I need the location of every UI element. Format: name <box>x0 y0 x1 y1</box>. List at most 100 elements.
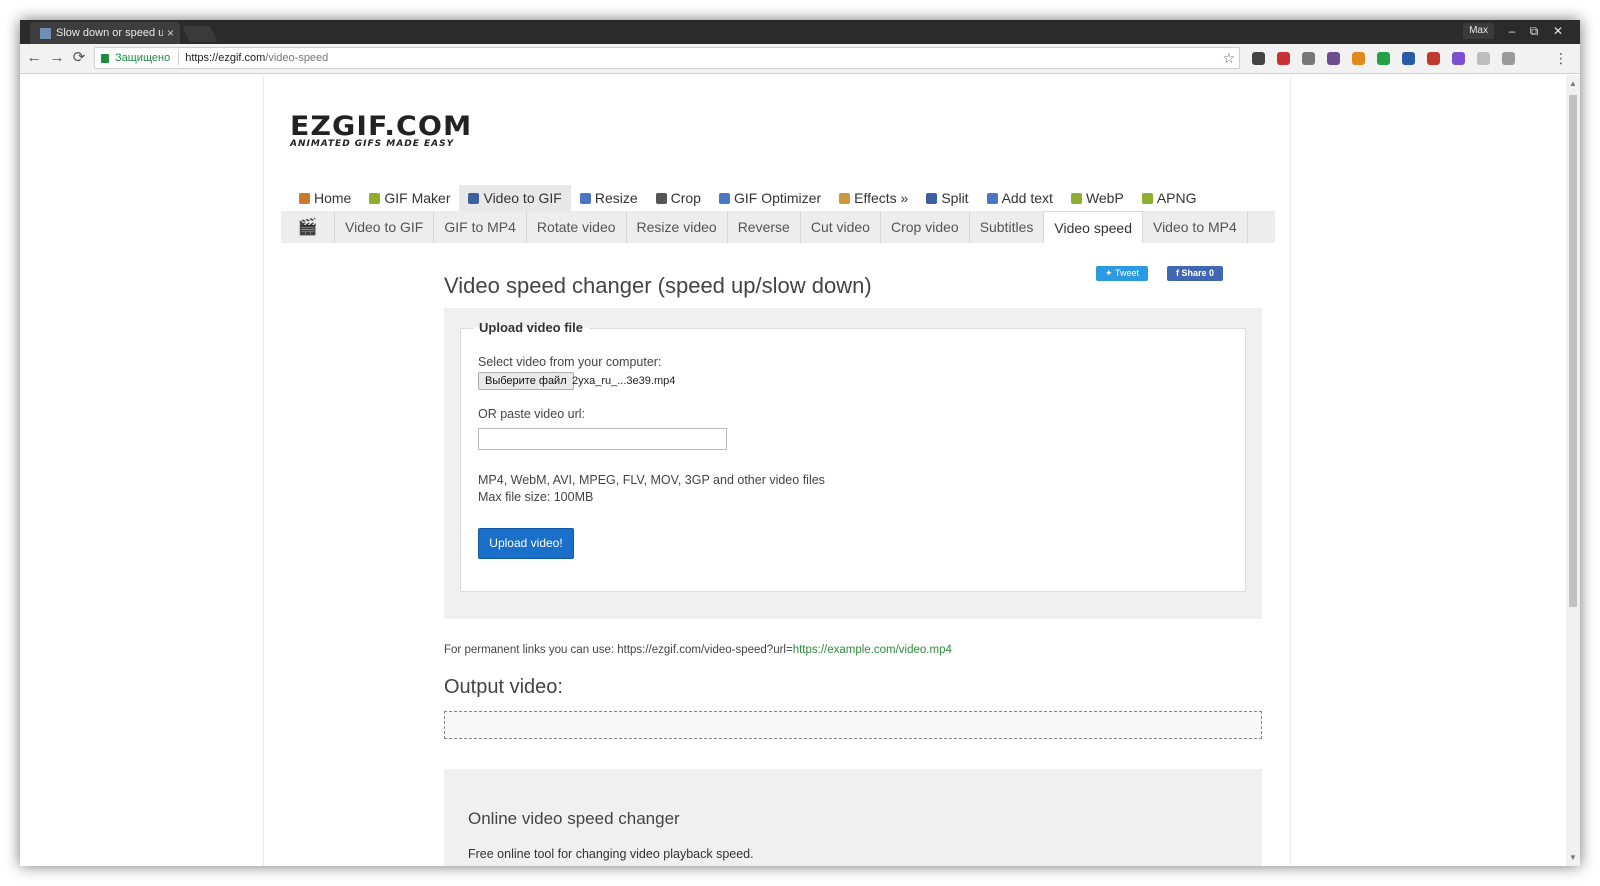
page-title: Video speed changer (speed up/slow down) <box>444 273 872 298</box>
main-nav-item-crop[interactable]: Crop <box>647 185 710 211</box>
reload-icon[interactable]: ⟳ <box>69 48 89 68</box>
extension-icon[interactable] <box>1452 52 1465 65</box>
main-nav-item-resize[interactable]: Resize <box>571 185 647 211</box>
back-icon[interactable]: ← <box>24 48 44 68</box>
favicon-icon <box>40 27 51 39</box>
main-nav-item-gif-optimizer[interactable]: GIF Optimizer <box>710 185 830 211</box>
browser-window: Slow down or speed up × Max – ⧉ ✕ ← → ⟳ … <box>20 20 1580 866</box>
main-nav-label: Video to GIF <box>483 190 562 206</box>
upload-fieldset: Upload video file Select video from your… <box>460 320 1246 592</box>
main-nav-label: Resize <box>594 190 638 206</box>
main-nav-item-webp[interactable]: WebP <box>1062 185 1133 211</box>
tweet-button[interactable]: ✦ Tweet <box>1096 266 1148 281</box>
bookmark-star-icon[interactable]: ☆ <box>1222 50 1235 67</box>
main-nav-label: Crop <box>670 190 701 206</box>
forward-icon[interactable]: → <box>47 48 67 68</box>
twitter-bird-icon: ✦ <box>1105 268 1115 278</box>
sub-nav-item-subtitles[interactable]: Subtitles <box>970 211 1045 243</box>
sub-nav-item-resize-video[interactable]: Resize video <box>627 211 728 243</box>
sub-nav-item-video-speed[interactable]: Video speed <box>1044 211 1143 243</box>
page-viewport: EZGIF.COM ANIMATED GIFS MADE EASY Home GI… <box>20 75 1566 866</box>
omnibox-divider <box>178 51 180 65</box>
tab-close-icon[interactable]: × <box>167 26 174 40</box>
main-nav: Home GIF Maker Video to GIF Resize Crop GIF O… <box>290 185 1206 211</box>
browser-menu-icon[interactable]: ⋮ <box>1554 50 1568 67</box>
video-url-input[interactable] <box>478 428 727 450</box>
choose-file-button[interactable]: Выберите файл <box>478 372 574 390</box>
webp-icon <box>1070 192 1082 204</box>
home-icon <box>299 192 310 204</box>
vertical-scrollbar[interactable]: ▲ ▼ <box>1566 75 1580 866</box>
main-nav-item-split[interactable]: Split <box>917 185 977 211</box>
sub-nav-item-gif-to-mp4[interactable]: GIF to MP4 <box>434 211 527 243</box>
resize-icon <box>579 192 591 204</box>
permalink-prefix: For permanent links you can use: https:/… <box>444 644 793 656</box>
sub-nav-item-video-to-mp4[interactable]: Video to MP4 <box>1143 211 1248 243</box>
extension-icon[interactable] <box>1302 52 1315 65</box>
main-nav-item-video-to-gif[interactable]: Video to GIF <box>459 185 571 211</box>
film-clapper-icon: 🎬 <box>281 211 335 243</box>
main-nav-label: GIF Maker <box>384 190 451 206</box>
title-bar: Slow down or speed up × Max – ⧉ ✕ <box>20 20 1580 44</box>
add-text-icon <box>986 192 998 204</box>
permalink-note: For permanent links you can use: https:/… <box>444 644 952 656</box>
extension-icon[interactable] <box>1352 52 1365 65</box>
extension-icon[interactable] <box>1477 52 1490 65</box>
ezgif-logo[interactable]: EZGIF.COM ANIMATED GIFS MADE EASY <box>290 113 471 150</box>
restore-icon[interactable]: ⧉ <box>1524 22 1544 40</box>
info-section: Online video speed changer Free online t… <box>444 769 1262 866</box>
sub-nav-item-rotate-video[interactable]: Rotate video <box>527 211 627 243</box>
scroll-down-icon[interactable]: ▼ <box>1569 853 1577 862</box>
main-nav-label: APNG <box>1156 190 1197 206</box>
example-url-link[interactable]: https://example.com/video.mp4 <box>793 644 952 656</box>
main-nav-item-gif-maker[interactable]: GIF Maker <box>360 185 459 211</box>
upload-section: Upload video file Select video from your… <box>444 308 1262 619</box>
sub-nav-item-cut-video[interactable]: Cut video <box>801 211 881 243</box>
extension-icon[interactable] <box>1277 52 1290 65</box>
supported-formats-text: MP4, WebM, AVI, MPEG, FLV, MOV, 3GP and … <box>478 473 825 487</box>
close-window-icon[interactable]: ✕ <box>1548 22 1568 40</box>
extension-icon[interactable] <box>1402 52 1415 65</box>
max-file-size-text: Max file size: 100MB <box>478 490 594 504</box>
gif-maker-icon <box>369 192 381 204</box>
tab-title: Slow down or speed up <box>56 27 163 39</box>
lock-icon <box>101 53 109 63</box>
extension-icon[interactable] <box>1502 52 1515 65</box>
new-tab-button[interactable] <box>182 26 218 42</box>
browser-toolbar: ← → ⟳ Защищено https://ezgif.com/video-s… <box>20 44 1580 74</box>
info-title: Online video speed changer <box>468 809 680 828</box>
output-title: Output video: <box>444 676 563 698</box>
extension-icon[interactable] <box>1377 52 1390 65</box>
info-text: Free online tool for changing video play… <box>468 847 754 861</box>
sub-nav-item-reverse[interactable]: Reverse <box>728 211 801 243</box>
main-nav-item-apng[interactable]: APNG <box>1133 185 1206 211</box>
scroll-up-icon[interactable]: ▲ <box>1569 79 1577 88</box>
split-icon <box>926 192 938 204</box>
sub-nav-item-video-to-gif[interactable]: Video to GIF <box>335 211 435 243</box>
sub-nav-item-crop-video[interactable]: Crop video <box>881 211 970 243</box>
browser-tab[interactable]: Slow down or speed up × <box>30 22 180 44</box>
paste-url-label: OR paste video url: <box>478 407 585 421</box>
main-nav-item-effects[interactable]: Effects » <box>830 185 917 211</box>
optimizer-icon <box>718 192 730 204</box>
output-video-area <box>444 711 1262 739</box>
minimize-icon[interactable]: – <box>1502 22 1522 40</box>
main-nav-label: GIF Optimizer <box>733 190 822 206</box>
facebook-share-button[interactable]: f Share 0 <box>1167 266 1223 281</box>
profile-badge[interactable]: Max <box>1463 23 1494 39</box>
effects-icon <box>839 192 851 204</box>
main-nav-label: WebP <box>1085 190 1124 206</box>
upload-video-button[interactable]: Upload video! <box>478 528 574 559</box>
logo-wordmark: EZGIF.COM <box>290 111 473 142</box>
main-nav-item-add-text[interactable]: Add text <box>978 185 1062 211</box>
extension-icon[interactable] <box>1252 52 1265 65</box>
scroll-thumb[interactable] <box>1569 95 1577 607</box>
extension-icon[interactable] <box>1327 52 1340 65</box>
address-bar[interactable]: Защищено https://ezgif.com/video-speed ☆ <box>94 47 1240 69</box>
selected-file-name: 2yxa_ru_...3e39.mp4 <box>572 375 676 387</box>
extension-icon[interactable] <box>1427 52 1440 65</box>
main-nav-label: Add text <box>1001 190 1053 206</box>
url-host: https://ezgif.com <box>185 52 266 64</box>
main-nav-item-home[interactable]: Home <box>290 185 360 211</box>
main-nav-label: Effects » <box>854 190 909 206</box>
